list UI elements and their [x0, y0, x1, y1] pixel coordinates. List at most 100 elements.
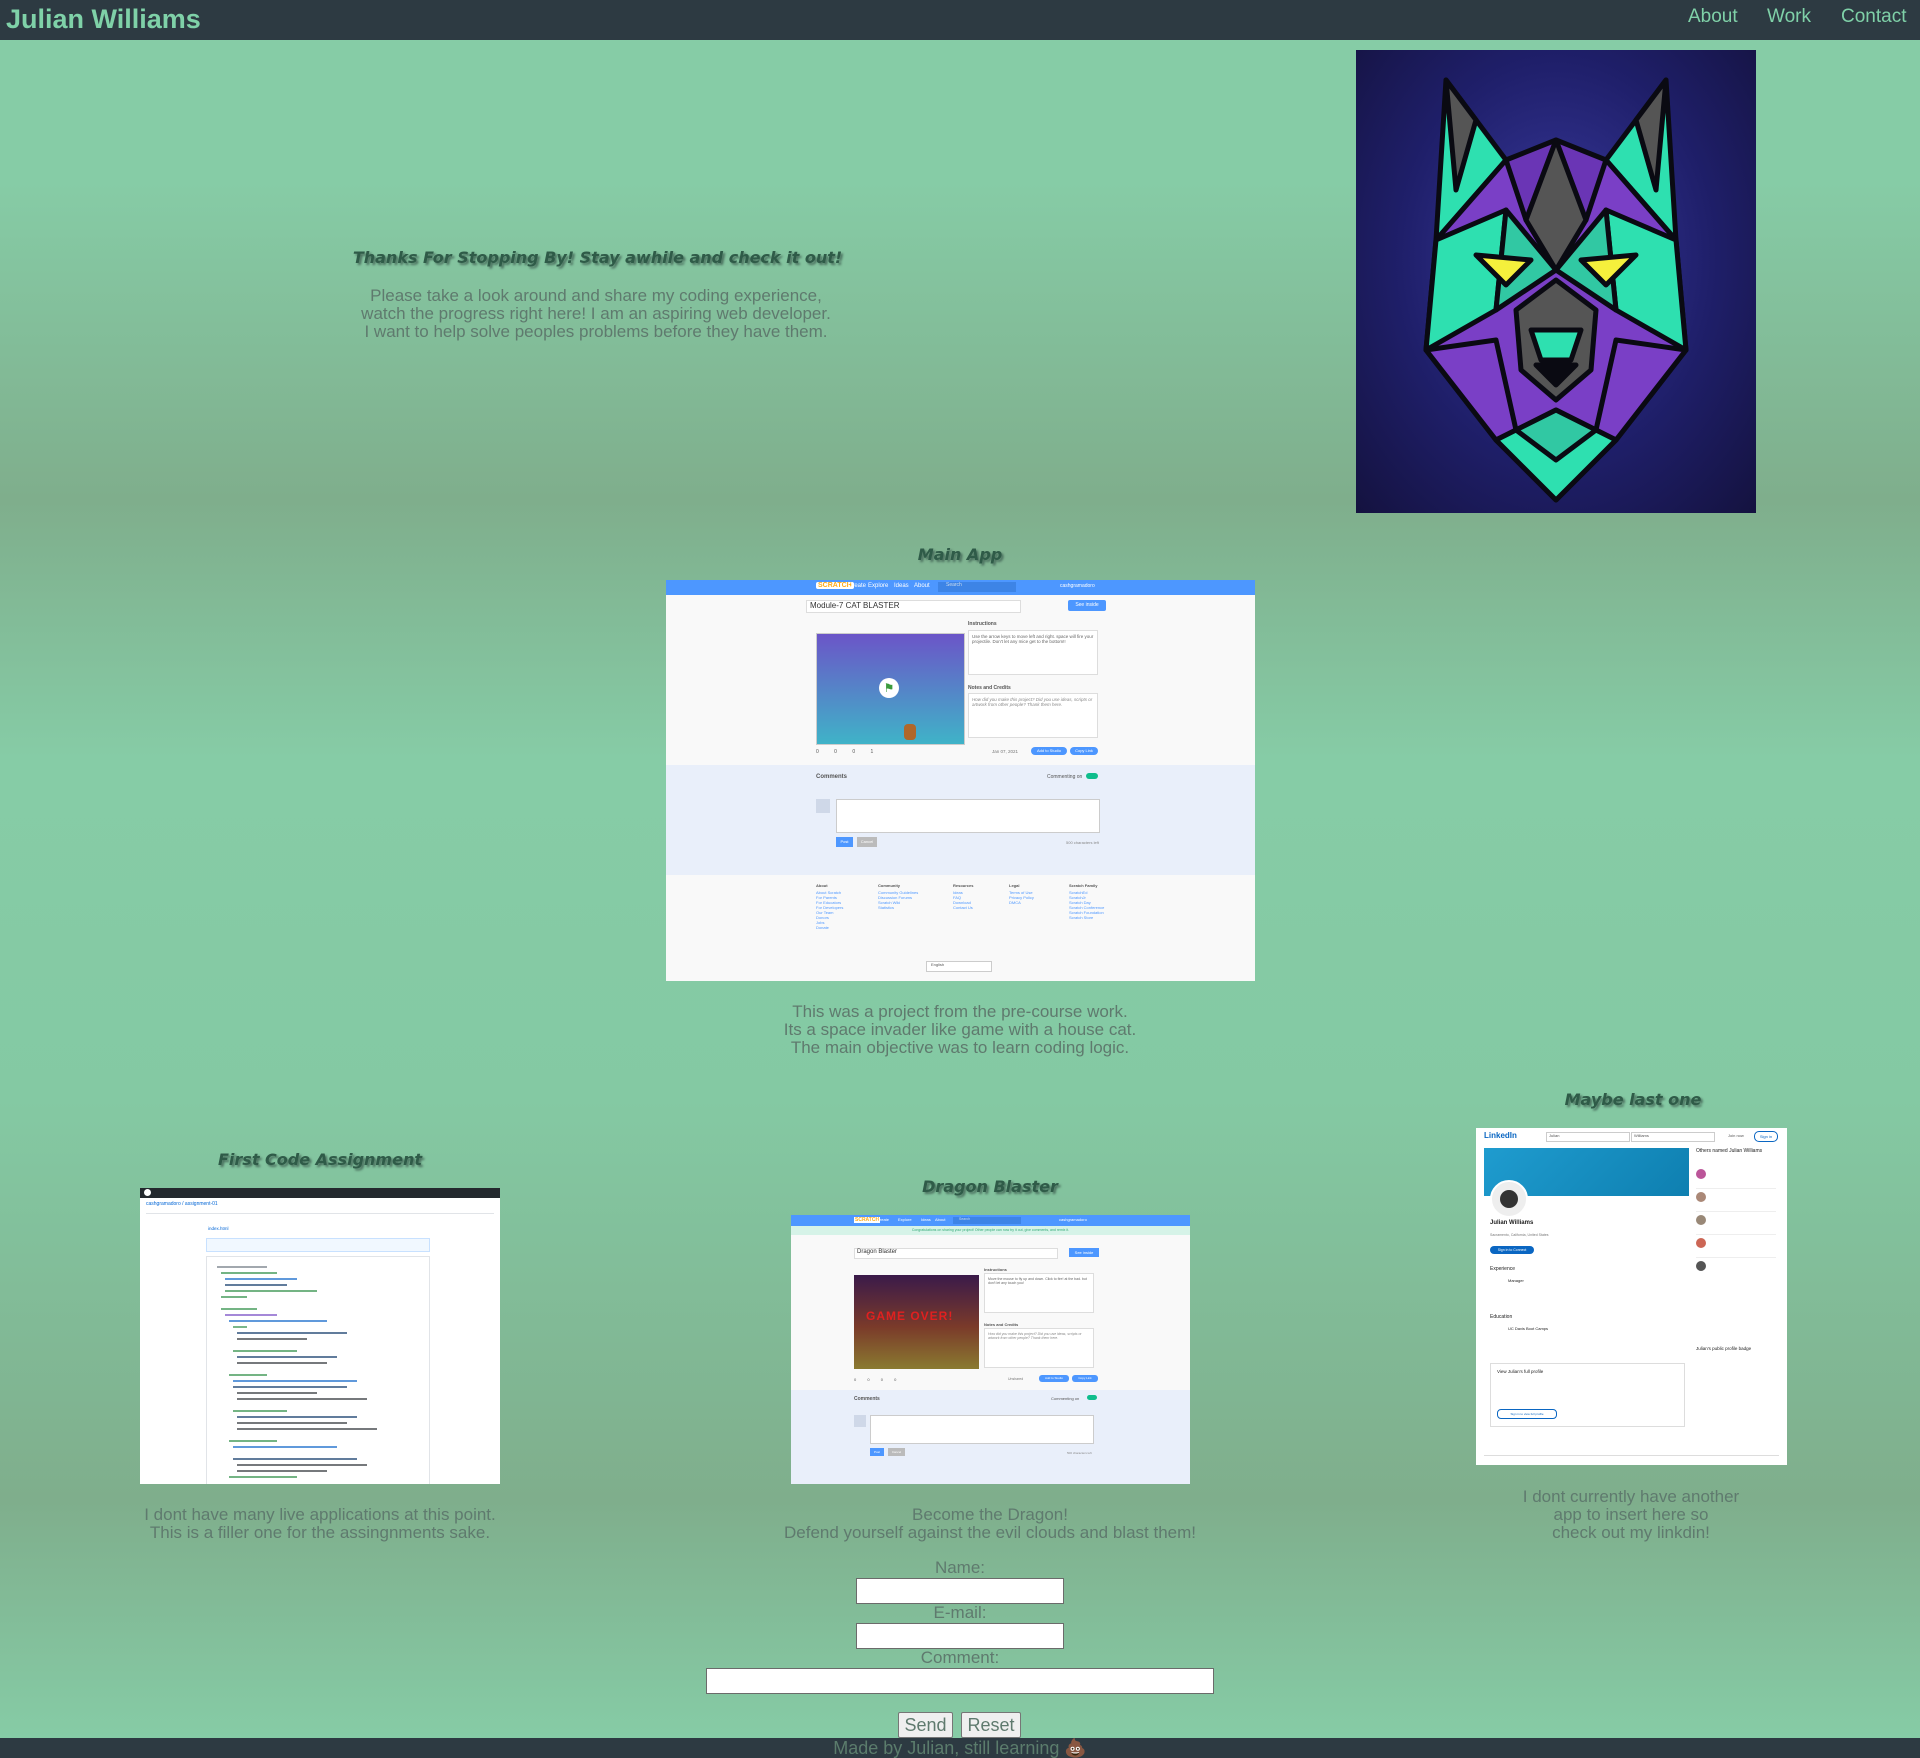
scratch-menubar: SCRATCH Create Explore Ideas About Searc…	[666, 580, 1255, 595]
language-select[interactable]: English	[926, 961, 992, 972]
geometric-wolf-icon	[1356, 50, 1756, 513]
dragon-screenshot[interactable]: SCRATCH Create Explore Ideas About Searc…	[791, 1215, 1190, 1484]
avatar	[1490, 1180, 1528, 1218]
copy-link-button[interactable]: Copy Link	[1072, 1375, 1098, 1382]
name-input[interactable]	[856, 1578, 1064, 1604]
nav-about-link[interactable]: About	[1688, 6, 1738, 28]
see-inside-button[interactable]: See inside	[1068, 600, 1106, 611]
main-app-heading: Main App	[917, 545, 1003, 564]
github-header	[140, 1188, 500, 1198]
intro-line: watch the progress right here! I am an a…	[361, 304, 831, 323]
remix-count: 0	[880, 1377, 883, 1382]
menu-ideas[interactable]: Ideas	[894, 583, 909, 589]
nav-contact-link[interactable]: Contact	[1841, 6, 1906, 28]
stage-canvas[interactable]: ⚑	[816, 633, 965, 745]
footer-link[interactable]: DMCA	[1009, 900, 1064, 905]
copy-link-button[interactable]: Copy Link	[1070, 747, 1098, 755]
notes-text[interactable]: How did you make this project? Did you u…	[968, 693, 1098, 738]
notes-text[interactable]: How did you make this project? Did you u…	[984, 1328, 1094, 1368]
scratch-user[interactable]: cashgramadoro	[1060, 583, 1095, 589]
project-stats: 0 0 0 1	[816, 749, 873, 755]
remix-count: 0	[852, 749, 856, 755]
code-viewer[interactable]	[206, 1256, 430, 1484]
file-name[interactable]: index.html	[208, 1226, 229, 1231]
first-code-line: This is a filler one for the assingnment…	[149, 1523, 491, 1542]
email-label: E-mail:	[933, 1603, 987, 1622]
menu-about[interactable]: About	[914, 583, 930, 589]
favorite-count[interactable]: 0	[867, 1377, 869, 1382]
comment-textarea[interactable]	[870, 1415, 1094, 1444]
others-list	[1696, 1166, 1776, 1280]
sign-in-full-button[interactable]: Sign in to view full profile	[1497, 1409, 1557, 1419]
commenting-toggle[interactable]	[1087, 1395, 1097, 1400]
menu-ideas[interactable]: Ideas	[921, 1217, 931, 1222]
intro-line: I want to help solve peoples problems be…	[364, 322, 828, 341]
footer-col: Community Community Guidelines Discussio…	[878, 883, 948, 910]
site-brand[interactable]: Julian Williams	[6, 4, 201, 35]
menu-explore[interactable]: Explore	[898, 1217, 912, 1222]
green-flag-icon[interactable]: ⚑	[879, 678, 899, 698]
stage-canvas[interactable]: GAME OVER!	[854, 1275, 979, 1369]
footer-link[interactable]: Scratch Store	[1069, 915, 1139, 920]
footer-link[interactable]: Statistics	[878, 905, 948, 910]
instructions-text[interactable]: Use the arrow keys to move left and righ…	[968, 630, 1098, 675]
see-inside-button[interactable]: See inside	[1069, 1248, 1099, 1257]
search-first[interactable]: Julian	[1546, 1132, 1630, 1142]
main-app-screenshot[interactable]: SCRATCH Create Explore Ideas About Searc…	[666, 580, 1255, 981]
menu-explore[interactable]: Explore	[868, 583, 888, 589]
footer-col: Legal Terms of Use Privacy Policy DMCA	[1009, 883, 1064, 905]
badge-label: Julian's public profile badge	[1696, 1346, 1752, 1351]
send-button[interactable]: Send	[898, 1712, 953, 1738]
scratch-user[interactable]: cashgramadoro	[1059, 1217, 1087, 1222]
menu-create[interactable]: Create	[848, 583, 866, 589]
instructions-text[interactable]: Move the mouse to fly up and down. Click…	[984, 1273, 1094, 1313]
first-code-line: I dont have many live applications at th…	[144, 1505, 496, 1524]
love-count[interactable]: 0	[816, 749, 819, 755]
footer-col-title: Legal	[1009, 883, 1020, 888]
scratch-search[interactable]: Search	[938, 582, 1016, 592]
main-app-line: This was a project from the pre-course w…	[792, 1002, 1128, 1021]
connect-button[interactable]: Sign in to Connect	[1490, 1246, 1534, 1254]
footer-text: Made by Julian, still learning 💩	[833, 1738, 1087, 1758]
reset-button[interactable]: Reset	[961, 1712, 1021, 1738]
comment-input[interactable]	[706, 1668, 1214, 1694]
footer-link[interactable]: Donate	[816, 925, 876, 930]
add-to-studio-button[interactable]: Add to Studio	[1039, 1375, 1069, 1382]
footer-col-title: Scratch Family	[1069, 883, 1098, 888]
cat-sprite	[904, 724, 916, 740]
love-count[interactable]: 0	[854, 1377, 856, 1382]
repo-tabs	[146, 1213, 494, 1214]
add-to-studio-button[interactable]: Add to Studio	[1031, 747, 1067, 755]
sign-in-button[interactable]: Sign in	[1754, 1131, 1778, 1142]
email-input[interactable]	[856, 1623, 1064, 1649]
comment-textarea[interactable]	[836, 799, 1100, 833]
menu-create[interactable]: Create	[877, 1217, 889, 1222]
share-notice: Congratulations on sharing your project!…	[791, 1226, 1190, 1235]
search-last[interactable]: Williams	[1631, 1132, 1715, 1142]
cancel-button[interactable]: Cancel	[888, 1448, 905, 1456]
notes-label: Notes and Credits	[968, 685, 1011, 691]
scratch-menubar: SCRATCH Create Explore Ideas About Searc…	[791, 1215, 1190, 1226]
nav-work-link[interactable]: Work	[1767, 6, 1811, 28]
favorite-count[interactable]: 0	[834, 749, 837, 755]
github-logo-icon[interactable]	[144, 1189, 151, 1196]
project-title[interactable]: Dragon Blaster	[854, 1248, 1058, 1259]
linkedin-line: app to insert here so	[1553, 1505, 1709, 1524]
cancel-button[interactable]: Cancel	[857, 837, 877, 847]
scratch-search[interactable]: Search	[953, 1217, 1021, 1224]
linkedin-line: I dont currently have another	[1522, 1487, 1740, 1506]
first-code-screenshot[interactable]: cashgramadoro / assignment-01 index.html	[140, 1188, 500, 1484]
post-button[interactable]: Post	[836, 837, 853, 847]
menu-about[interactable]: About	[935, 1217, 945, 1222]
footer-link[interactable]: Contact Us	[953, 905, 1003, 910]
project-title[interactable]: Module-7 CAT BLASTER	[806, 600, 1021, 613]
repo-name[interactable]: cashgramadoro / assignment-01	[146, 1201, 218, 1207]
code-lines	[217, 1266, 377, 1478]
commenting-toggle[interactable]	[1086, 773, 1098, 779]
post-button[interactable]: Post	[870, 1448, 884, 1456]
footer-col-title: Resources	[953, 883, 974, 888]
dragon-text: Become the Dragon! Defend yourself again…	[690, 1506, 1290, 1542]
join-now-link[interactable]: Join now	[1728, 1133, 1744, 1138]
linkedin-screenshot[interactable]: LinkedIn Julian Williams Join now Sign i…	[1476, 1128, 1787, 1465]
linkedin-logo[interactable]: LinkedIn	[1484, 1131, 1517, 1140]
